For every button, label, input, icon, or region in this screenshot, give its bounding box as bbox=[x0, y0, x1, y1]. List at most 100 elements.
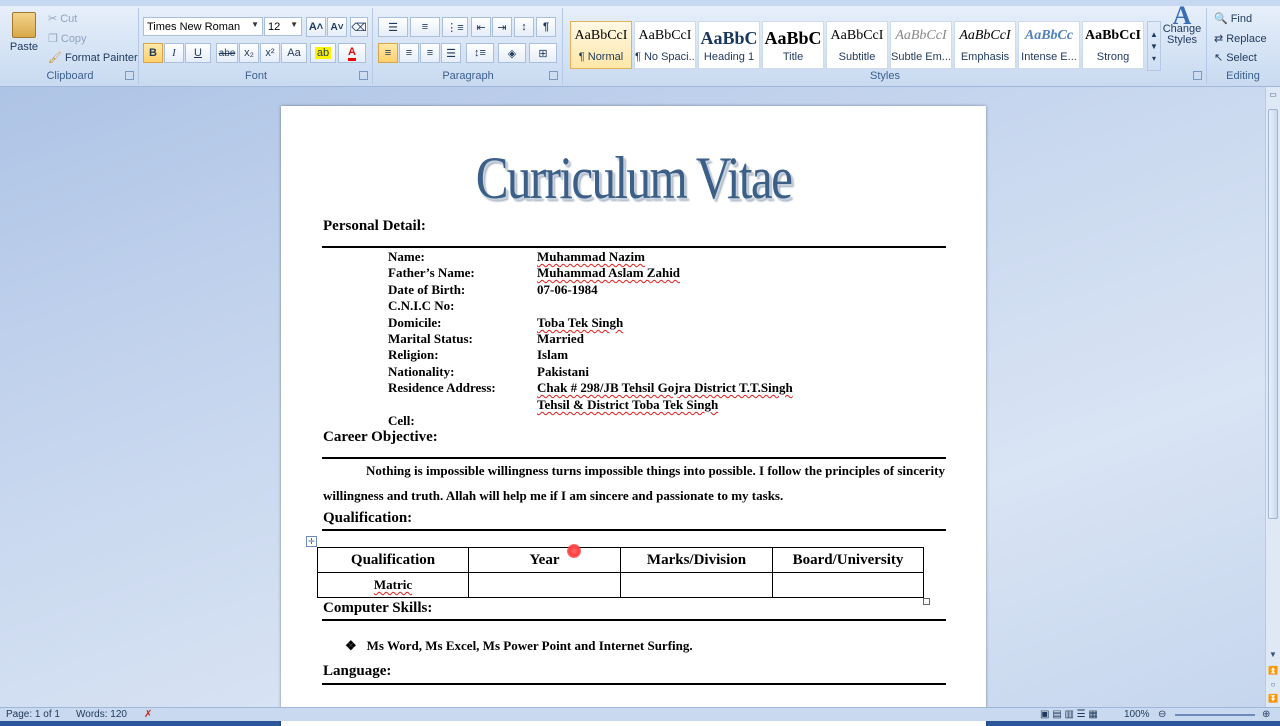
grow-font-button[interactable]: A˄ bbox=[306, 17, 326, 37]
word-count[interactable]: Words: 120 bbox=[76, 709, 127, 720]
format-painter-button[interactable]: 🖌 Format Painter bbox=[48, 51, 138, 65]
sort-button[interactable]: ↕ bbox=[514, 17, 534, 37]
bold-button[interactable]: B bbox=[143, 43, 163, 63]
align-left-button[interactable]: ≡ bbox=[378, 43, 398, 63]
style-strong[interactable]: AaBbCcI Strong bbox=[1082, 21, 1144, 69]
personal-value: Islam bbox=[537, 347, 569, 362]
font-size-select[interactable]: 12 ▼ bbox=[264, 17, 302, 36]
table-header-cell[interactable]: Year bbox=[468, 547, 621, 573]
section-rule bbox=[322, 246, 946, 248]
copy-button[interactable]: ❐ Copy bbox=[48, 32, 87, 46]
cut-button[interactable]: ✂ Cut bbox=[48, 12, 77, 26]
computer-skills-heading: Computer Skills: bbox=[323, 600, 433, 616]
styles-scroll[interactable]: ▲ ▼ ▾ bbox=[1147, 21, 1161, 71]
font-color-button[interactable]: A bbox=[338, 43, 366, 63]
style-name: Intense E... bbox=[1021, 51, 1077, 63]
strikethrough-button[interactable]: abe bbox=[216, 43, 238, 63]
paragraph-dialog-launcher[interactable] bbox=[549, 71, 558, 80]
table-cell[interactable] bbox=[620, 572, 773, 598]
font-family-select[interactable]: Times New Roman ▼ bbox=[143, 17, 263, 36]
align-right-button[interactable]: ≡ bbox=[420, 43, 440, 63]
show-formatting-button[interactable]: ¶ bbox=[536, 17, 556, 37]
table-cell[interactable] bbox=[772, 572, 924, 598]
line-spacing-button[interactable]: ↕≡ bbox=[466, 43, 494, 63]
paragraph-group: ☰ ≡ ⋮≡ ⇤ ⇥ ↕ ¶ ≡ ≡ ≡ ☰ ↕≡ ◈ ⊞ Paragraph bbox=[374, 8, 563, 84]
browse-object-icon[interactable]: ○ bbox=[1267, 679, 1279, 691]
table-header-cell[interactable]: Marks/Division bbox=[620, 547, 773, 573]
style-title[interactable]: AaBbC Title bbox=[762, 21, 824, 69]
find-button[interactable]: 🔍 Find bbox=[1214, 12, 1252, 26]
underline-button[interactable]: U bbox=[185, 43, 211, 63]
change-styles-label: Change Styles bbox=[1162, 23, 1202, 46]
table-row: Matric bbox=[317, 572, 924, 598]
zoom-out-icon[interactable]: ⊖ bbox=[1158, 709, 1166, 720]
font-dialog-launcher[interactable] bbox=[359, 71, 368, 80]
justify-icon: ☰ bbox=[446, 47, 456, 60]
style-subtle-emphasis[interactable]: AaBbCcI Subtle Em... bbox=[890, 21, 952, 69]
change-styles-icon: A bbox=[1172, 1, 1192, 30]
zoom-level[interactable]: 100% bbox=[1124, 709, 1150, 720]
decrease-indent-button[interactable]: ⇤ bbox=[471, 17, 491, 37]
numbering-button[interactable]: ≡ bbox=[410, 17, 440, 37]
borders-button[interactable]: ⊞ bbox=[529, 43, 557, 63]
table-cell[interactable]: Matric bbox=[317, 572, 469, 598]
style-normal[interactable]: AaBbCcI ¶ Normal bbox=[570, 21, 632, 69]
increase-indent-button[interactable]: ⇥ bbox=[492, 17, 512, 37]
superscript-button[interactable]: x² bbox=[260, 43, 280, 63]
more-icon: ▾ bbox=[1151, 53, 1156, 63]
previous-page-icon[interactable]: ⏫ bbox=[1267, 665, 1279, 677]
style-heading-1[interactable]: AaBbC Heading 1 bbox=[698, 21, 760, 69]
clipboard-group-label: Clipboard bbox=[46, 70, 94, 82]
clear-formatting-button[interactable]: ⌫ bbox=[350, 17, 368, 37]
next-page-icon[interactable]: ⏬ bbox=[1267, 693, 1279, 705]
align-center-button[interactable]: ≡ bbox=[399, 43, 419, 63]
scrollbar-thumb[interactable] bbox=[1268, 109, 1278, 519]
clipboard-dialog-launcher[interactable] bbox=[125, 71, 134, 80]
bullets-button[interactable]: ☰ bbox=[378, 17, 408, 37]
highlight-button[interactable]: ab bbox=[310, 43, 336, 63]
document-page[interactable]: Curriculum Vitae Personal Detail: Name: … bbox=[281, 106, 986, 726]
styles-dialog-launcher[interactable] bbox=[1193, 71, 1202, 80]
vertical-scrollbar[interactable]: ▭ ▼ ⏫ ○ ⏬ bbox=[1265, 87, 1280, 707]
personal-label: Religion: bbox=[388, 347, 439, 362]
style-sample: AaBbCc bbox=[1024, 28, 1074, 43]
shrink-font-button[interactable]: A˅ bbox=[327, 17, 347, 37]
borders-icon: ⊞ bbox=[538, 47, 548, 60]
change-styles-button[interactable]: A Change Styles bbox=[1162, 1, 1202, 46]
style-emphasis[interactable]: AaBbCcI Emphasis bbox=[954, 21, 1016, 69]
justify-button[interactable]: ☰ bbox=[441, 43, 461, 63]
table-move-handle[interactable]: ✛ bbox=[306, 536, 317, 547]
ruler-toggle-icon[interactable]: ▭ bbox=[1267, 89, 1279, 101]
multilevel-list-button[interactable]: ⋮≡ bbox=[442, 17, 468, 37]
zoom-in-icon[interactable]: ⊕ bbox=[1262, 709, 1270, 720]
strikethrough-label: abe bbox=[218, 47, 236, 59]
shading-button[interactable]: ◈ bbox=[498, 43, 526, 63]
eraser-icon: ⌫ bbox=[351, 21, 367, 34]
qualification-table[interactable]: Qualification Year Marks/Division Board/… bbox=[317, 547, 924, 598]
style-no-spacing[interactable]: AaBbCcI ¶ No Spaci... bbox=[634, 21, 696, 69]
change-case-button[interactable]: Aa bbox=[281, 43, 307, 63]
style-subtitle[interactable]: AaBbCcI Subtitle bbox=[826, 21, 888, 69]
table-header-cell[interactable]: Qualification bbox=[317, 547, 469, 573]
paste-button[interactable]: Paste bbox=[8, 12, 40, 53]
replace-button[interactable]: ⇄ Replace bbox=[1214, 32, 1267, 46]
personal-detail-heading: Personal Detail: bbox=[323, 218, 426, 234]
scroll-down-icon[interactable]: ▼ bbox=[1267, 649, 1279, 661]
table-cell[interactable] bbox=[468, 572, 621, 598]
mouse-cursor-highlight bbox=[567, 544, 581, 558]
zoom-slider[interactable] bbox=[1175, 714, 1255, 716]
ribbon: Paste ✂ Cut ❐ Copy 🖌 Format Painter Clipboa… bbox=[0, 0, 1280, 87]
table-resize-handle[interactable] bbox=[923, 598, 930, 605]
style-intense-emphasis[interactable]: AaBbCc Intense E... bbox=[1018, 21, 1080, 69]
subscript-button[interactable]: x₂ bbox=[239, 43, 259, 63]
proofing-error-icon[interactable]: ✗ bbox=[144, 709, 152, 720]
styles-group: AaBbCcI ¶ Normal AaBbCcI ¶ No Spaci... AaB… bbox=[564, 1, 1207, 84]
bullet-list-icon: ☰ bbox=[388, 21, 398, 34]
select-button[interactable]: ↖ Select bbox=[1214, 51, 1257, 65]
page-count[interactable]: Page: 1 of 1 bbox=[6, 709, 60, 720]
view-buttons[interactable]: ▣ ▤ ▥ ☰ ▦ bbox=[1040, 709, 1098, 720]
brush-icon: 🖌 bbox=[48, 52, 62, 64]
italic-button[interactable]: I bbox=[164, 43, 184, 63]
table-header-cell[interactable]: Board/University bbox=[772, 547, 924, 573]
style-name: Emphasis bbox=[960, 51, 1010, 63]
